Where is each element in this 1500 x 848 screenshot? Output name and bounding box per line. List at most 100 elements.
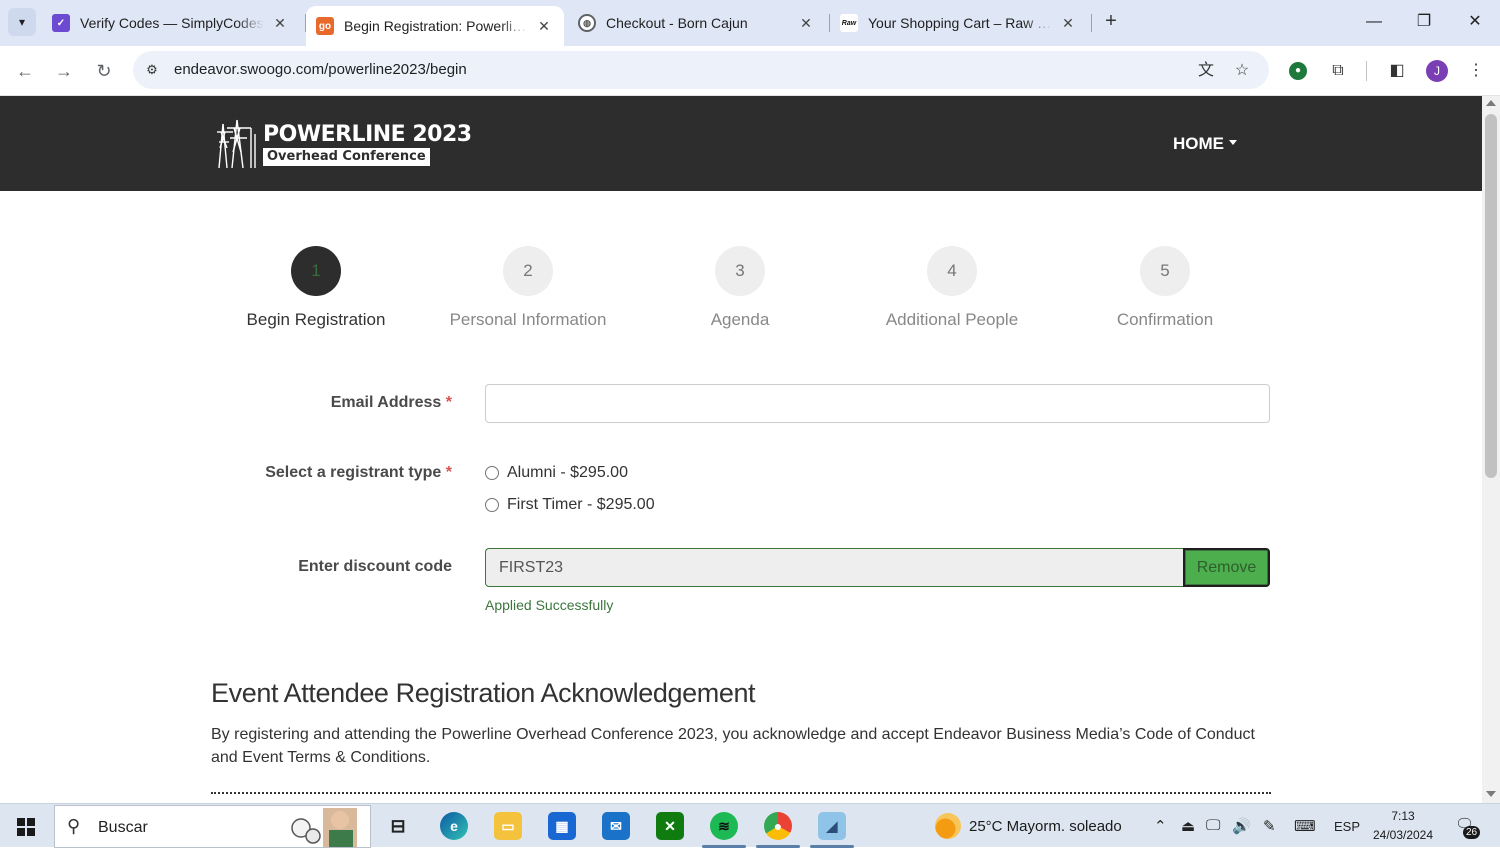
touch-keyboard-icon[interactable]: ⌨	[1294, 817, 1316, 835]
email-label-text: Email Address	[330, 394, 442, 411]
back-button[interactable]: ←	[11, 57, 39, 85]
file-explorer-icon[interactable]: ▭	[494, 812, 522, 840]
registrant-option-first-timer[interactable]: First Timer - $295.00	[485, 496, 655, 514]
extension-icon[interactable]: ●	[1289, 62, 1307, 80]
volume-icon[interactable]: 🔊	[1232, 817, 1251, 835]
remove-discount-button[interactable]: Remove	[1183, 548, 1270, 587]
weather-widget[interactable]: 25°C Mayorm. soleado	[935, 804, 1122, 848]
browser-tab-active[interactable]: go Begin Registration: Powerline Overhea…	[306, 6, 564, 46]
task-view-icon[interactable]: ⊟	[384, 812, 412, 840]
restore-button[interactable]: ❐	[1410, 10, 1438, 34]
registrant-option-label: First Timer - $295.00	[507, 496, 655, 513]
nav-home-label: HOME	[1173, 134, 1224, 153]
discount-code-field[interactable]: FIRST23	[485, 548, 1183, 587]
step-number: 1	[291, 246, 341, 296]
more-menu-icon[interactable]: ⋮	[1463, 58, 1489, 84]
power-tower-logo-icon	[217, 119, 256, 169]
notification-center-icon[interactable]: 🗨 26	[1455, 815, 1481, 839]
step-label: Agenda	[710, 310, 770, 329]
page-scrollbar[interactable]	[1482, 96, 1500, 803]
radio-button[interactable]	[485, 498, 499, 512]
discount-code-group: FIRST23 Remove	[485, 548, 1270, 587]
scroll-thumb[interactable]	[1485, 114, 1497, 478]
scroll-up-arrow-icon[interactable]	[1486, 100, 1496, 106]
nav-home-dropdown[interactable]: HOME	[1173, 134, 1237, 154]
browser-tab[interactable]: ✓ Verify Codes — SimplyCodes ✕	[42, 6, 300, 40]
address-bar[interactable]: ⚙ endeavor.swoogo.com/powerline2023/begi…	[133, 51, 1269, 89]
radio-button[interactable]	[485, 466, 499, 480]
discount-status-message: Applied Successfully	[485, 597, 614, 613]
scroll-down-arrow-icon[interactable]	[1486, 791, 1496, 797]
new-tab-button[interactable]: +	[1100, 10, 1122, 34]
close-icon[interactable]: ✕	[270, 15, 290, 32]
step-label: Personal Information	[449, 310, 607, 329]
bookmark-star-icon[interactable]: ☆	[1231, 60, 1253, 82]
close-icon[interactable]: ✕	[796, 15, 816, 32]
chrome-icon[interactable]: ●	[764, 812, 792, 840]
clock-date: 24/03/2024	[1372, 828, 1434, 842]
system-clock[interactable]: 7:13 24/03/2024	[1366, 807, 1440, 845]
registrant-option-alumni[interactable]: Alumni - $295.00	[485, 464, 628, 482]
browser-tab[interactable]: ◍ Checkout - Born Cajun ✕	[568, 6, 826, 40]
browser-tab-strip: ▾ ✓ Verify Codes — SimplyCodes ✕ go Begi…	[0, 0, 1500, 46]
logo-subtitle: Overhead Conference	[263, 147, 430, 166]
close-icon[interactable]: ✕	[1058, 15, 1078, 32]
profile-avatar[interactable]: J	[1426, 60, 1448, 82]
edge-browser-icon[interactable]: e	[440, 812, 468, 840]
tab-search-button[interactable]: ▾	[8, 8, 36, 36]
chevron-up-icon[interactable]: ⌃	[1154, 817, 1167, 835]
tab-title: Begin Registration: Powerline Overhead C…	[344, 18, 528, 34]
tab-divider	[1091, 14, 1092, 32]
plus-icon: +	[1105, 10, 1117, 32]
extensions-puzzle-icon[interactable]: ⧉	[1325, 58, 1351, 84]
site-info-icon[interactable]: ⚙	[143, 61, 161, 79]
url-text[interactable]: endeavor.swoogo.com/powerline2023/begin	[174, 61, 467, 78]
browser-tab[interactable]: Raw Your Shopping Cart – Raw Frozen ✕	[830, 6, 1088, 40]
step-label: Additional People	[885, 310, 1019, 329]
windows-start-icon[interactable]	[17, 818, 35, 836]
required-marker: *	[445, 464, 452, 481]
step-confirmation: 5 Confirmation	[1059, 246, 1271, 330]
spotify-icon[interactable]: ≋	[710, 812, 738, 840]
required-marker: *	[445, 394, 452, 411]
close-icon[interactable]: ✕	[534, 18, 554, 35]
forward-button[interactable]: →	[50, 57, 78, 85]
step-number: 5	[1140, 246, 1190, 296]
clock-time: 7:13	[1391, 809, 1415, 823]
page-viewport: POWERLINE 2023 Overhead Conference HOME …	[0, 96, 1482, 803]
logo-title: POWERLINE 2023	[263, 121, 472, 147]
step-label: Begin Registration	[246, 310, 386, 329]
mail-icon[interactable]: ✉	[602, 812, 630, 840]
dotted-divider	[211, 792, 1271, 794]
close-icon: ✕	[1468, 13, 1482, 30]
reload-button[interactable]: ↻	[90, 57, 118, 85]
step-additional-people: 4 Additional People	[846, 246, 1058, 330]
step-personal-information: 2 Personal Information	[422, 246, 634, 330]
tab-title: Checkout - Born Cajun	[606, 15, 748, 31]
xbox-icon[interactable]: ✕	[656, 812, 684, 840]
microsoft-store-icon[interactable]: ▦	[548, 812, 576, 840]
step-number: 3	[715, 246, 765, 296]
network-icon[interactable]: 🖵	[1206, 817, 1220, 834]
step-begin-registration: 1 Begin Registration	[210, 246, 422, 330]
site-logo[interactable]: POWERLINE 2023 Overhead Conference	[215, 118, 472, 170]
side-panel-icon[interactable]: ◧	[1384, 58, 1410, 84]
input-language[interactable]: ESP	[1334, 819, 1360, 834]
taskbar-search-box[interactable]: ⚲ Buscar	[54, 805, 371, 848]
notepad-app-icon[interactable]: ◢	[818, 812, 846, 840]
usb-device-icon[interactable]: ⏏	[1181, 817, 1195, 835]
globe-icon: ◍	[578, 14, 596, 32]
arrow-left-icon: ←	[16, 61, 34, 81]
discount-label: Enter discount code	[298, 558, 452, 575]
notification-count-badge: 26	[1463, 826, 1481, 839]
reload-icon: ↻	[96, 61, 112, 81]
swoogo-icon: go	[316, 17, 334, 35]
close-window-button[interactable]: ✕	[1461, 10, 1489, 34]
simplycodes-icon: ✓	[52, 14, 70, 32]
search-highlight-illustration-icon	[291, 808, 357, 847]
email-field[interactable]	[485, 384, 1270, 423]
minimize-button[interactable]: —	[1360, 10, 1388, 34]
translate-icon[interactable]: 文	[1195, 60, 1217, 82]
pen-icon[interactable]: ✎	[1263, 817, 1276, 835]
toolbar-divider	[1366, 61, 1367, 81]
